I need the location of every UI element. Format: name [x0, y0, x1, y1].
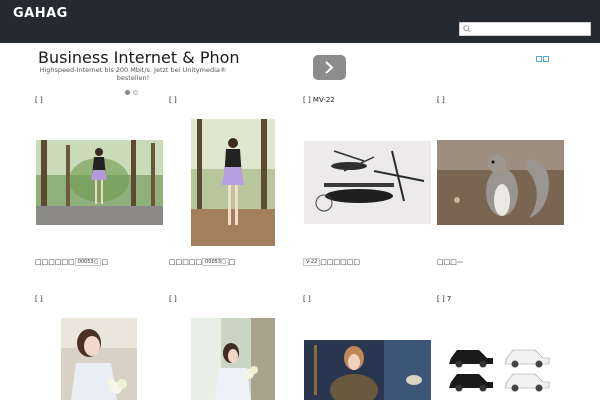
classic-cars-photo[interactable]	[437, 340, 564, 400]
card-label: [ ]	[35, 295, 43, 303]
woman-standing-path-photo[interactable]	[191, 119, 275, 246]
card-caption: □□□□□ 00053□ □	[169, 258, 236, 266]
image-card[interactable]: [ ] □□□□□ 00053□ □	[167, 96, 297, 271]
image-card[interactable]: [ ]	[167, 295, 297, 400]
card-label: [ ]	[169, 295, 177, 303]
advertisement-banner[interactable]: Business Internet & Phon Highspeed-Inter…	[33, 46, 553, 95]
ad-title[interactable]: Business Internet & Phon	[38, 48, 240, 67]
woman-with-flowers-photo[interactable]	[61, 318, 137, 400]
woman-in-fur-photo[interactable]	[304, 340, 431, 400]
card-label: [ ]	[437, 96, 445, 104]
image-card[interactable]: [ ]	[33, 295, 163, 400]
chevron-right-icon	[325, 61, 334, 74]
card-tag[interactable]	[456, 261, 463, 263]
card-caption: V-22 □□□□□□	[303, 258, 360, 266]
woman-in-park-photo[interactable]	[36, 140, 163, 225]
search-icon	[463, 25, 471, 33]
ad-next-button[interactable]	[313, 55, 346, 80]
image-card[interactable]: [ ] □□□	[435, 96, 565, 271]
top-navigation-bar: GAHAG	[0, 0, 600, 43]
card-caption: □□□□□□ 00053□ □	[35, 258, 108, 266]
squirrel-photo[interactable]	[437, 140, 564, 225]
search-box[interactable]	[459, 22, 591, 36]
search-input[interactable]	[474, 23, 589, 35]
card-label: [ ] 7	[437, 295, 452, 303]
card-label: [ ]	[303, 295, 311, 303]
carousel-dot-1[interactable]	[125, 90, 130, 95]
image-card[interactable]: [ ]	[301, 295, 431, 400]
card-label: [ ]	[169, 96, 177, 104]
ad-choices-icon[interactable]	[536, 47, 551, 62]
card-tag[interactable]: 00053□	[74, 258, 102, 266]
image-card[interactable]: [ ] 7	[435, 295, 565, 400]
card-caption: □□□	[437, 258, 463, 266]
card-label: [ ] MV-22	[303, 96, 335, 104]
carousel-dot-2[interactable]	[133, 90, 138, 95]
card-label: [ ]	[35, 96, 43, 104]
site-logo[interactable]: GAHAG	[13, 6, 68, 21]
osprey-models-photo[interactable]	[304, 141, 431, 224]
image-card[interactable]: [ ] □□□□□□ 00053□ □	[33, 96, 163, 271]
image-card[interactable]: [ ] MV-22 V-22 □□□□□□	[301, 96, 431, 271]
woman-with-flowers-2-photo[interactable]	[191, 318, 275, 400]
card-tag[interactable]: 00053□	[202, 258, 229, 266]
card-tag[interactable]: V-22	[303, 258, 321, 266]
